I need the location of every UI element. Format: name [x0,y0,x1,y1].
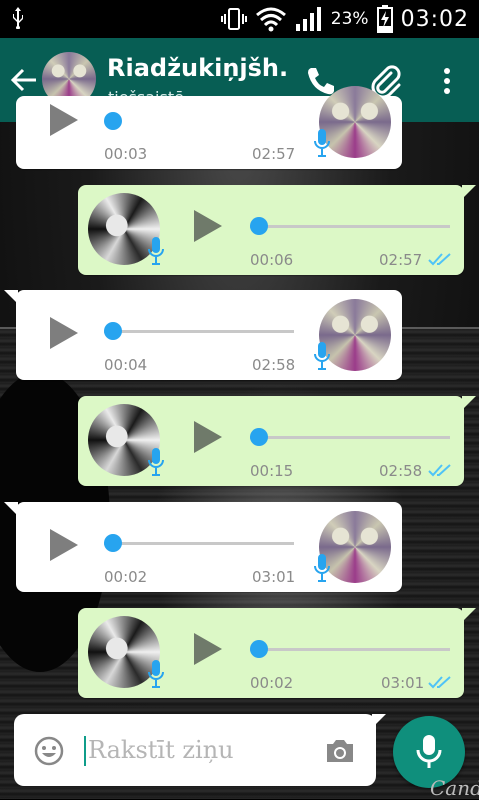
progress-knob[interactable] [104,112,122,130]
voice-duration: 00:04 [104,356,148,374]
double-check-icon [428,253,451,266]
voice-duration: 00:06 [250,251,294,269]
usb-icon [13,7,23,29]
double-check-icon [428,676,451,689]
progress-track[interactable] [250,436,450,439]
mic-icon [314,129,330,157]
progress-knob[interactable] [250,428,268,446]
progress-knob[interactable] [250,217,268,235]
camera-icon[interactable] [324,738,356,764]
wifi-icon [255,7,286,32]
message-input[interactable]: Rakstīt ziņu [88,736,234,764]
status-bar: 23% 03:02 [0,0,479,38]
message-time: 02:57 [379,251,423,269]
voice-duration: 00:02 [104,568,148,586]
signal-icon [295,7,321,31]
message-time: 03:01 [381,674,425,692]
contact-name[interactable]: Riadžukiņjšh... [107,54,287,82]
double-check-icon [428,464,451,477]
voice-message-outgoing[interactable]: 00:06 02:57 [78,185,476,275]
mic-icon [314,554,330,582]
message-time: 02:58 [252,356,296,374]
mic-icon [314,342,330,370]
play-icon[interactable] [194,633,222,665]
back-arrow-icon[interactable] [8,64,40,96]
voice-message-incoming[interactable]: 00:03 02:57 [16,86,402,169]
message-time: 03:01 [252,568,296,586]
mic-icon [148,660,164,688]
voice-duration: 00:15 [250,462,294,480]
voice-message-incoming[interactable]: 00:04 02:58 [4,290,402,380]
voice-message-outgoing[interactable]: 00:15 02:58 [78,396,476,486]
message-composer[interactable]: Rakstīt ziņu [14,714,386,786]
mic-icon [416,735,442,768]
clock: 03:02 [400,6,469,32]
voice-duration: 00:03 [104,145,148,163]
progress-track[interactable] [104,542,294,545]
battery-percent: 23% [330,9,369,29]
play-icon[interactable] [50,529,78,561]
message-time: 02:58 [379,462,423,480]
emoji-icon[interactable] [34,736,64,766]
voice-message-outgoing[interactable]: 00:02 03:01 [78,608,476,698]
progress-track[interactable] [104,330,294,333]
play-icon[interactable] [50,317,78,349]
play-icon[interactable] [50,104,78,136]
progress-track[interactable] [250,225,450,228]
voice-duration: 00:02 [250,674,294,692]
battery-icon [376,5,393,33]
progress-track[interactable] [250,648,450,651]
progress-knob[interactable] [104,322,122,340]
play-icon[interactable] [194,421,222,453]
vibrate-icon [220,8,247,30]
more-vert-icon[interactable] [430,64,464,98]
play-icon[interactable] [194,210,222,242]
watermark: Cand [430,776,479,800]
voice-message-incoming[interactable]: 00:02 03:01 [4,502,402,592]
text-cursor [84,736,86,766]
progress-knob[interactable] [250,640,268,658]
progress-knob[interactable] [104,534,122,552]
message-time: 02:57 [252,145,296,163]
mic-icon [148,237,164,265]
mic-icon [148,448,164,476]
